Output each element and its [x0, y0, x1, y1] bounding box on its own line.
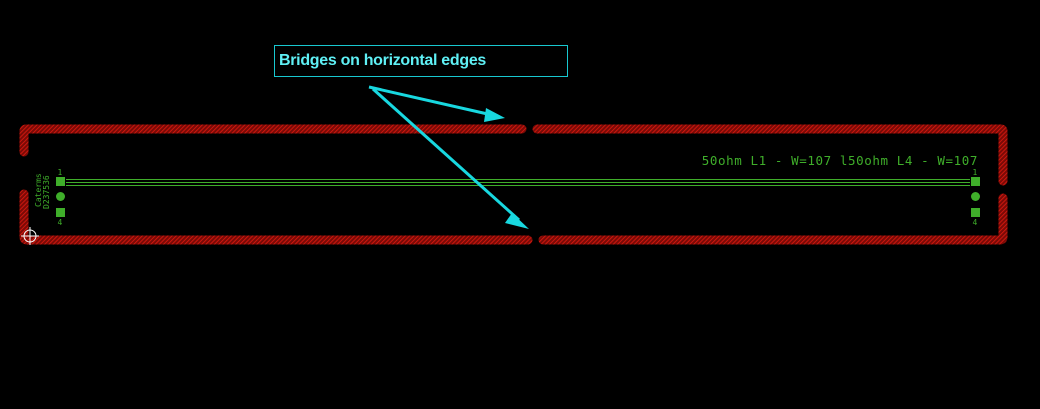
right-pin-top-label: 1	[973, 168, 978, 177]
component-value: D237536	[42, 175, 51, 209]
right-pad-round	[971, 192, 980, 201]
trace-label: 50ohm L1 - W=107 l50ohm L4 - W=107	[702, 153, 978, 168]
trace-lines	[66, 179, 970, 186]
left-pin-top-label: 1	[58, 168, 63, 177]
left-pad-4	[56, 208, 65, 217]
left-connector[interactable]	[56, 177, 65, 217]
outline-bottom-right	[538, 193, 1008, 245]
left-pad-1	[56, 177, 65, 186]
right-pin-bottom-label: 4	[973, 218, 978, 227]
left-pin-bottom-label: 4	[58, 218, 63, 227]
right-pad-1	[971, 177, 980, 186]
right-connector[interactable]	[971, 177, 980, 217]
pcb-canvas[interactable]: 1 4 1 4 Caterms D237536 50ohm L1 - W=107…	[0, 0, 1040, 409]
outline-bottom-left	[19, 189, 533, 245]
arrow-top-bridge-head-icon	[484, 108, 505, 122]
annotation-arrows	[368, 85, 529, 229]
left-pad-round	[56, 192, 65, 201]
right-pad-4	[971, 208, 980, 217]
arrow-bottom-bridge-shaft	[371, 87, 521, 222]
outline-top-left	[19, 124, 527, 157]
arrow-bottom-bridge-head-icon	[505, 213, 529, 229]
